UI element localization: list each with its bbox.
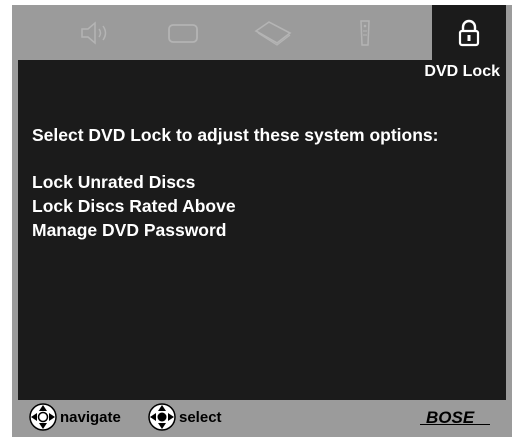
tab-bar (12, 5, 512, 60)
remote-icon (360, 19, 370, 46)
menu-screen: DVD Lock Select DVD Lock to adjust these… (12, 5, 512, 437)
menu-item-manage-dvd-password[interactable]: Manage DVD Password (32, 218, 236, 242)
tab-disc[interactable] (230, 5, 316, 60)
dpad-select-icon (148, 403, 176, 431)
tab-audio[interactable] (52, 5, 138, 60)
navigate-hint: navigate (28, 402, 121, 432)
options-menu: Lock Unrated Discs Lock Discs Rated Abov… (32, 170, 236, 242)
navigate-label: navigate (60, 408, 121, 426)
tab-remote[interactable] (322, 5, 408, 60)
page-title: DVD Lock (424, 63, 500, 80)
tab-video[interactable] (140, 5, 226, 60)
select-hint: select (147, 402, 222, 432)
brand-text: BOSE (426, 408, 475, 426)
select-label: select (179, 408, 222, 426)
app-frame: DVD Lock Select DVD Lock to adjust these… (0, 0, 522, 439)
bose-logo: BOSE (420, 408, 504, 431)
menu-item-lock-discs-rated-above[interactable]: Lock Discs Rated Above (32, 194, 236, 218)
menu-item-lock-unrated-discs[interactable]: Lock Unrated Discs (32, 170, 236, 194)
footer-bar: navigate select BOSE (12, 400, 512, 437)
tv-icon (168, 23, 198, 43)
speaker-icon (81, 20, 107, 45)
lock-icon (458, 19, 480, 46)
instruction-text: Select DVD Lock to adjust these system o… (32, 125, 439, 145)
content-panel: DVD Lock Select DVD Lock to adjust these… (18, 60, 506, 400)
tab-dvd-lock[interactable] (432, 5, 506, 60)
brand-logo: BOSE (420, 408, 490, 427)
disc-icon (254, 20, 292, 46)
dpad-navigate-icon (29, 403, 57, 431)
